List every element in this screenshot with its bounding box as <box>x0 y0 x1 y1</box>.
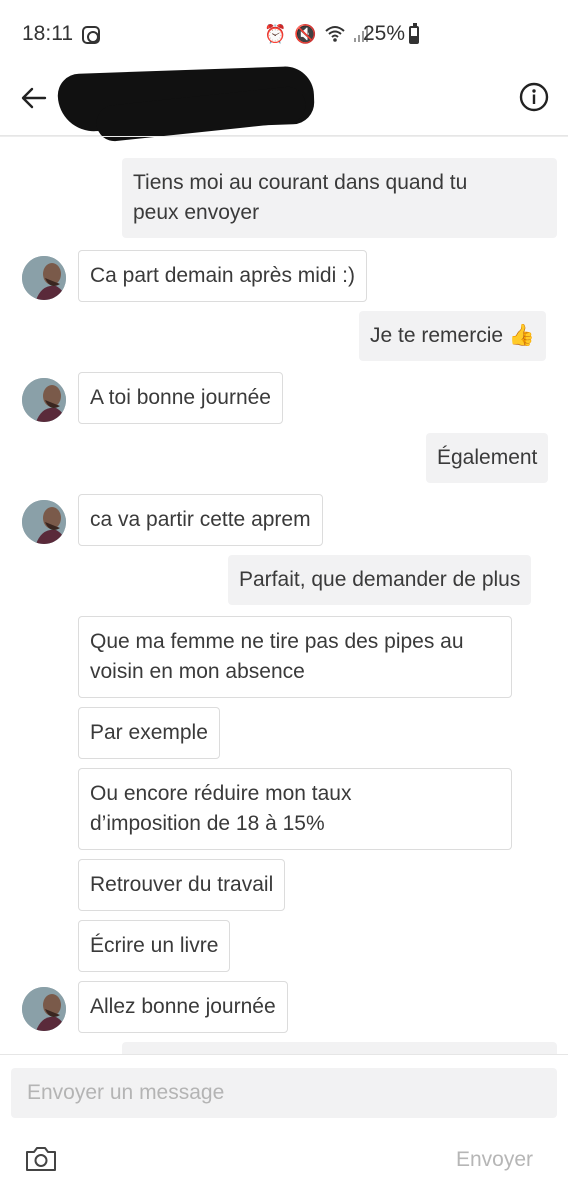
message-text: Ca part demain après midi :) <box>90 264 355 287</box>
alarm-icon: ⏰ <box>264 24 287 44</box>
message-text: peux envoyer <box>133 201 260 224</box>
message-bubble-incoming: A toi bonne journée <box>78 372 283 424</box>
mute-icon: 🔇 <box>294 24 317 44</box>
message-text: Parfait, que demander de plus <box>239 568 521 591</box>
status-time: 18:11 <box>22 22 73 45</box>
message-bubble-incoming: Allez bonne journée <box>78 981 288 1033</box>
camera-icon[interactable] <box>24 1145 58 1173</box>
status-icons: ⏰ 🔇 <box>264 24 369 44</box>
message-bubble-incoming: Ou encore réduire mon taux d’imposition … <box>78 768 512 850</box>
message-bubble-incoming: Par exemple <box>78 707 220 759</box>
send-button[interactable]: Envoyer <box>456 1148 533 1172</box>
message-bubble-outgoing: Je te remercie 👍 <box>359 311 547 361</box>
avatar[interactable] <box>22 500 66 544</box>
instagram-icon <box>82 26 100 44</box>
message-text: Retrouver du travail <box>90 873 274 896</box>
message-bubble-outgoing: Également <box>426 433 549 483</box>
message-bubble-outgoing: Parfait, que demander de plus <box>228 555 532 605</box>
avatar[interactable] <box>22 987 66 1031</box>
message-text: Ou encore réduire mon taux <box>90 782 352 805</box>
message-bubble-incoming: Retrouver du travail <box>78 859 286 911</box>
wifi-icon <box>325 26 345 42</box>
info-icon[interactable] <box>519 82 549 112</box>
message-bubble-incoming: ca va partir cette aprem <box>78 494 323 546</box>
conversation-header <box>0 65 568 143</box>
avatar[interactable] <box>22 256 66 300</box>
message-text: voisin en mon absence <box>90 660 305 683</box>
message-text: ca va partir cette aprem <box>90 508 311 531</box>
message-input[interactable] <box>11 1068 557 1118</box>
message-text: Allez bonne journée <box>90 995 276 1018</box>
status-bar: 18:11 ⏰ 🔇 25% <box>0 0 568 70</box>
message-text: Tiens moi au courant dans quand tu <box>133 171 468 194</box>
message-list[interactable]: Tiens moi au courant dans quand tu peux … <box>0 136 568 1054</box>
message-bubble-incoming: Que ma femme ne tire pas des pipes au vo… <box>78 616 512 698</box>
message-bubble-incoming: Ca part demain après midi :) <box>78 250 367 302</box>
battery-level: 25% <box>363 22 406 45</box>
message-bubble-incoming: Écrire un livre <box>78 920 231 972</box>
battery-icon <box>409 23 419 44</box>
message-text: d’imposition de 18 à 15% <box>90 812 325 835</box>
message-bubble-outgoing: Tiens moi au courant dans quand tu peux … <box>122 158 557 238</box>
message-composer: Envoyer <box>0 1054 568 1200</box>
message-text: A toi bonne journée <box>90 386 271 409</box>
message-text: Je te remercie 👍 <box>370 324 536 347</box>
message-text: Par exemple <box>90 721 208 744</box>
message-bubble-outgoing-partial <box>122 1042 557 1054</box>
back-arrow-icon[interactable] <box>18 82 50 114</box>
message-text: Également <box>437 446 538 469</box>
message-text: Que ma femme ne tire pas des pipes au <box>90 630 464 653</box>
avatar[interactable] <box>22 378 66 422</box>
message-text: Écrire un livre <box>90 934 219 957</box>
